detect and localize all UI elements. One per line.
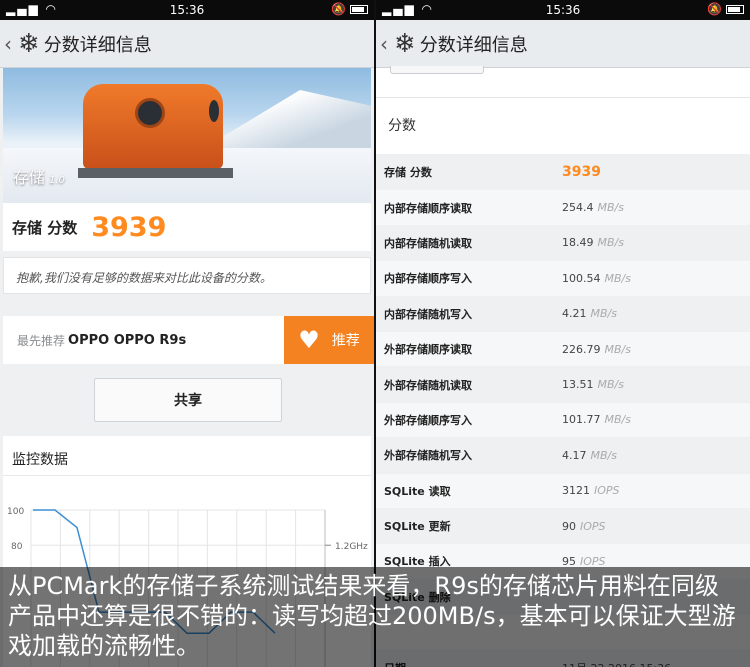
row-key: 外部存储顺序写入	[384, 413, 472, 427]
row-value: 18.49	[562, 236, 594, 250]
table-row: 内部存储随机写入 4.21 MB/s	[376, 295, 750, 331]
orange-cabin-illustration	[83, 84, 223, 169]
mute-icon: 🔕	[707, 2, 722, 16]
row-unit: MB/s	[597, 236, 624, 250]
row-unit: IOPS	[594, 484, 620, 498]
battery-icon	[350, 5, 368, 14]
monitor-title: 监控数据	[3, 436, 371, 476]
table-row: 存储 分数 3939	[376, 154, 750, 190]
status-time: 15:36	[545, 3, 581, 17]
hero-version: 1.0	[49, 175, 65, 186]
heart-icon: ♥	[298, 326, 320, 354]
row-unit: MB/s	[604, 271, 631, 285]
table-row: 内部存储顺序读取 254.4 MB/s	[376, 189, 750, 225]
mute-icon: 🔕	[331, 2, 346, 16]
y2-tick-label: 1.2GHz	[335, 542, 368, 552]
status-bar: ▂▄▆ ◠ 15:36 🔕	[376, 0, 750, 20]
score-card: 存储 分数 3939	[3, 203, 371, 251]
snowflake-icon: ❄	[394, 28, 416, 59]
row-unit: MB/s	[590, 448, 617, 462]
row-key: 外部存储顺序读取	[384, 343, 472, 357]
table-row: SQLite 读取 3121 IOPS	[376, 472, 750, 508]
row-key: 内部存储随机读取	[384, 236, 472, 250]
y-tick-label: 80	[11, 542, 23, 552]
page-title: 分数详细信息	[419, 34, 528, 56]
recommend-device: OPPO OPPO R9s	[68, 332, 187, 348]
table-row: 外部存储顺序写入 101.77 MB/s	[376, 401, 750, 438]
table-row: 外部存储顺序读取 226.79 MB/s	[376, 330, 750, 367]
row-unit: MB/s	[590, 307, 617, 321]
row-key: SQLite 更新	[384, 520, 451, 534]
battery-icon	[726, 5, 744, 14]
recommend-bar: 最先推荐 OPPO OPPO R9s ♥ 推荐	[3, 316, 374, 364]
app-bar: ‹ ❄ 分数详细信息	[376, 20, 750, 68]
row-unit: MB/s	[604, 413, 631, 427]
status-bar: ▂▄▆ ◠ 15:36 🔕	[0, 0, 374, 20]
row-key: 内部存储顺序读取	[384, 201, 472, 215]
back-icon[interactable]: ‹	[380, 32, 390, 56]
row-value: 90	[562, 519, 576, 533]
row-value: 101.77	[562, 413, 601, 427]
row-key: 外部存储随机写入	[384, 449, 472, 463]
row-unit: MB/s	[604, 342, 631, 356]
row-value: 254.4	[562, 201, 594, 215]
table-row: 外部存储随机写入 4.17 MB/s	[376, 437, 750, 473]
row-key: 外部存储随机读取	[384, 378, 472, 392]
row-unit: IOPS	[580, 519, 606, 533]
row-key: 内部存储顺序写入	[384, 272, 472, 286]
snowflake-icon: ❄	[18, 28, 40, 59]
row-key: 存储 分数	[384, 166, 432, 180]
row-unit: MB/s	[597, 201, 624, 215]
table-row: SQLite 更新 90 IOPS	[376, 507, 750, 544]
table-row: 外部存储随机读取 13.51 MB/s	[376, 366, 750, 402]
row-value: 3121	[562, 484, 590, 498]
back-icon[interactable]: ‹	[4, 32, 14, 56]
y-tick-label: 100	[7, 507, 24, 517]
row-key: 内部存储随机写入	[384, 307, 472, 321]
page-title: 分数详细信息	[43, 34, 152, 56]
recommend-button[interactable]: ♥ 推荐	[284, 316, 374, 364]
status-time: 15:36	[169, 3, 205, 17]
row-value: 4.17	[562, 448, 587, 462]
table-row: 内部存储随机读取 18.49 MB/s	[376, 224, 750, 261]
share-button[interactable]: 共享	[94, 378, 282, 422]
no-comparison-message: 抱歉,我们没有足够的数据来对比此设备的分数。	[3, 257, 371, 294]
row-value: 100.54	[562, 271, 601, 285]
row-value: 226.79	[562, 342, 601, 356]
section-title: 分数	[376, 98, 750, 154]
row-unit: MB/s	[597, 378, 624, 392]
collapsed-button-edge[interactable]	[390, 66, 484, 74]
storage-hero-image: 存储 1.0	[3, 68, 371, 203]
row-key: SQLite 读取	[384, 484, 451, 498]
score-label: 存储 分数	[12, 218, 78, 237]
caption-overlay: 从PCMark的存储子系统测试结果来看，R9s的存储芯片用料在同级产品中还算是很…	[0, 567, 750, 667]
recommend-prefix: 最先推荐	[17, 333, 66, 348]
row-value: 13.51	[562, 378, 594, 392]
row-value: 3939	[562, 164, 601, 181]
row-value: 4.21	[562, 307, 587, 321]
app-bar: ‹ ❄ 分数详细信息	[0, 20, 374, 68]
table-row: 内部存储顺序写入 100.54 MB/s	[376, 260, 750, 296]
hero-label: 存储 1.0	[13, 168, 65, 187]
score-value: 3939	[91, 211, 167, 243]
